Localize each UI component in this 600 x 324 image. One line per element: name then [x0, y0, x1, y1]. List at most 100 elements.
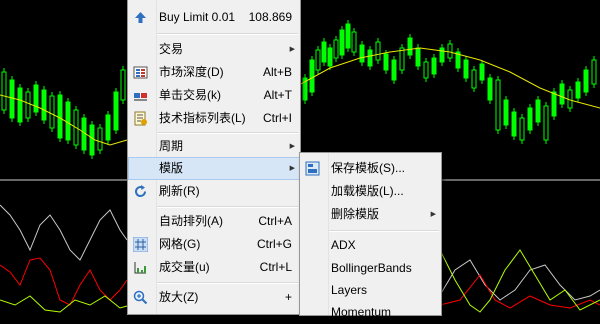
candle-body [333, 39, 339, 59]
submenu-arrow-icon: ▶ [430, 211, 436, 218]
candle-body [487, 77, 493, 101]
buy-limit-price: 108.869 [248, 10, 292, 24]
indicator-line-white-right [439, 259, 600, 301]
candle-body [33, 84, 39, 113]
buy-limit-item[interactable]: Buy Limit 0.01 108.869 [128, 6, 300, 29]
delete-template-item[interactable]: 删除模版 ▶ [300, 203, 441, 226]
candle-body [591, 59, 597, 85]
candle-body [383, 53, 389, 71]
template-adx-label: ADX [331, 238, 356, 252]
candle-body [527, 107, 533, 131]
one-click-trading-label: 单击交易(k) [159, 88, 221, 102]
candle-body [120, 69, 126, 101]
chart-context-menu: Buy Limit 0.01 108.869 交易 ▶ 市场深度(D) Alt+… [127, 0, 301, 315]
candle-body [321, 41, 327, 63]
template-momentum-label: Momentum [331, 305, 392, 319]
market-depth-shortcut: Alt+B [262, 65, 292, 79]
volumes-item[interactable]: 成交量(u) Ctrl+L [128, 256, 300, 279]
indicator-list-item[interactable]: 技术指标列表(L) Ctrl+I [128, 107, 300, 130]
indicator-line-green [0, 295, 128, 313]
menu-separator [157, 282, 298, 284]
candle-body [327, 47, 333, 67]
candle-body [315, 49, 321, 71]
timeframe-item[interactable]: 周期 ▶ [128, 135, 300, 158]
candle-body [49, 95, 55, 129]
candle-body [439, 47, 445, 63]
candle-body [575, 81, 581, 99]
volumes-shortcut: Ctrl+L [259, 260, 292, 274]
auto-arrange-shortcut: Ctrl+A [258, 214, 292, 228]
refresh-item[interactable]: 刷新(R) [128, 180, 300, 203]
template-item[interactable]: 模版 ▶ [128, 157, 300, 180]
template-momentum-item[interactable]: Momentum [300, 301, 441, 324]
candle-body [447, 43, 453, 59]
candle-body [511, 111, 517, 137]
load-template-item[interactable]: 加载模版(L)... [300, 180, 441, 203]
submenu-arrow-icon: ▶ [289, 143, 295, 150]
grid-item[interactable]: 网格(G) Ctrl+G [128, 233, 300, 256]
candle-body [423, 61, 429, 79]
candle-body [551, 91, 557, 117]
candle-body [463, 59, 469, 79]
candle-body [1, 71, 7, 111]
indicator-list-shortcut: Ctrl+I [262, 111, 292, 125]
load-template-label: 加载模版(L)... [331, 184, 404, 198]
grid-label: 网格(G) [159, 237, 201, 251]
trade-item[interactable]: 交易 ▶ [128, 38, 300, 61]
market-depth-icon [133, 66, 148, 79]
candle-body [471, 69, 477, 89]
auto-arrange-item[interactable]: 自动排列(A) Ctrl+A [128, 210, 300, 233]
candle-body [407, 37, 413, 56]
grid-icon [133, 237, 148, 252]
refresh-icon [135, 185, 147, 198]
candle-body [345, 23, 351, 49]
save-template-label: 保存模板(S)... [331, 161, 405, 175]
candle-body [113, 91, 119, 131]
template-bollinger-label: BollingerBands [331, 261, 412, 275]
submenu-arrow-icon: ▶ [289, 46, 295, 53]
one-click-trading-icon [134, 93, 147, 101]
candle-body [25, 91, 31, 119]
candle-body [559, 83, 565, 105]
candle-body [339, 29, 345, 56]
zoom-in-item[interactable]: 放大(Z) + [128, 286, 300, 309]
candle-body [105, 114, 111, 141]
candle-body [495, 79, 501, 131]
candle-body [415, 47, 421, 67]
save-template-item[interactable]: 保存模板(S)... [300, 157, 441, 180]
candle-body [519, 117, 525, 141]
indicator-line-white [0, 204, 128, 261]
zoom-in-shortcut: + [284, 290, 292, 304]
zoom-in-icon [133, 290, 148, 305]
candle-body [57, 94, 63, 139]
template-label: 模版 [159, 161, 184, 175]
candle-body [431, 57, 437, 75]
template-submenu: 保存模板(S)... 加载模版(L)... 删除模版 ▶ ADX Bolling… [299, 152, 442, 319]
candle-body [89, 124, 95, 156]
candle-body [375, 41, 381, 61]
arrow-up-icon [135, 12, 146, 23]
candle-body [351, 31, 357, 53]
zoom-in-label: 放大(Z) [159, 290, 199, 304]
indicator-line-red-right [439, 274, 600, 309]
one-click-trading-item[interactable]: 单击交易(k) Alt+T [128, 84, 300, 107]
volume-icon [134, 262, 146, 274]
one-click-trading-shortcut: Alt+T [263, 88, 292, 102]
trade-label: 交易 [159, 42, 184, 56]
candle-body [367, 49, 373, 67]
market-depth-item[interactable]: 市场深度(D) Alt+B [128, 61, 300, 84]
candle-body [399, 47, 405, 71]
candle-body [17, 87, 23, 123]
timeframe-label: 周期 [159, 139, 184, 153]
buy-limit-label: Buy Limit 0.01 [159, 10, 236, 24]
template-adx-item[interactable]: ADX [300, 234, 441, 257]
template-layers-item[interactable]: Layers [300, 279, 441, 302]
submenu-arrow-icon: ▶ [289, 165, 295, 172]
template-bollinger-item[interactable]: BollingerBands [300, 257, 441, 280]
grid-shortcut: Ctrl+G [256, 237, 292, 251]
menu-separator [329, 230, 439, 232]
candle-body [503, 99, 509, 126]
volumes-label: 成交量(u) [159, 260, 210, 274]
indicator-line-green-right [439, 249, 600, 313]
candle-body [359, 44, 365, 63]
